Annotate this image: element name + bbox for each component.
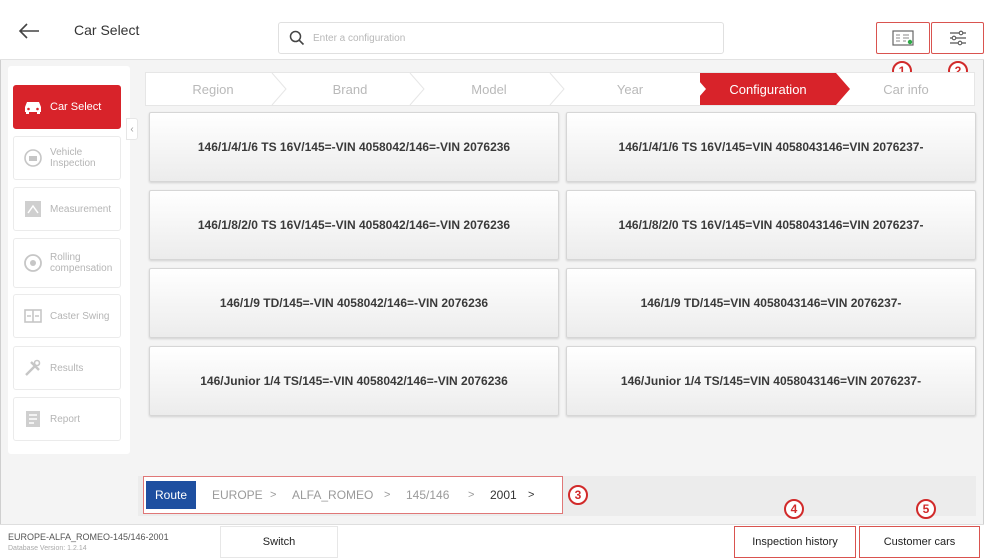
breadcrumb-separator: > xyxy=(384,489,391,501)
measurement-icon xyxy=(20,196,46,222)
callout-3: 3 xyxy=(568,485,588,505)
sidebar-item-rolling-compensation[interactable]: Rolling compensation xyxy=(13,238,121,288)
config-button-2[interactable]: 146/1/4/1/6 TS 16V/145=VIN 4058043146=VI… xyxy=(566,112,976,182)
config-button-5[interactable]: 146/1/9 TD/145=-VIN 4058042/146=-VIN 207… xyxy=(149,268,559,338)
sidebar-item-label: Report xyxy=(50,413,81,425)
breadcrumb-item-region[interactable]: EUROPE xyxy=(212,488,263,502)
report-icon xyxy=(20,406,46,432)
sidebar-item-results[interactable]: Results xyxy=(13,346,121,390)
breadcrumb-item-model[interactable]: 145/146 xyxy=(406,488,449,502)
step-progress-bar: Region Brand Model Year Configuration Ca… xyxy=(145,72,975,106)
top-bar: Car Select xyxy=(0,0,984,60)
config-button-3[interactable]: 146/1/8/2/0 TS 16V/145=-VIN 4058042/146=… xyxy=(149,190,559,260)
sidebar-item-label: Car Select xyxy=(50,100,102,113)
route-label: Route xyxy=(146,481,196,509)
config-button-7[interactable]: 146/Junior 1/4 TS/145=-VIN 4058042/146=-… xyxy=(149,346,559,416)
sidebar-item-measurement[interactable]: Measurement xyxy=(13,187,121,231)
vehicle-path-text: EUROPE-ALFA_ROMEO-145/146-2001 xyxy=(8,532,169,542)
sidebar-item-label: Vehicle Inspection xyxy=(50,147,96,169)
config-button-1[interactable]: 146/1/4/1/6 TS 16V/145=-VIN 4058042/146=… xyxy=(149,112,559,182)
caster-icon xyxy=(20,303,46,329)
search-input[interactable] xyxy=(313,27,713,49)
vin-scan-button[interactable] xyxy=(876,22,930,54)
search-icon xyxy=(289,30,305,46)
rolling-icon xyxy=(20,250,46,276)
config-button-8[interactable]: 146/Junior 1/4 TS/145=VIN 4058043146=VIN… xyxy=(566,346,976,416)
breadcrumb-item-brand[interactable]: ALFA_ROMEO xyxy=(292,488,373,502)
sidebar: Car Select Vehicle Inspection Measuremen… xyxy=(8,66,130,454)
inspection-history-button[interactable]: Inspection history xyxy=(734,526,856,558)
back-button[interactable] xyxy=(18,22,40,40)
callout-4: 4 xyxy=(784,499,804,519)
sidebar-item-car-select[interactable]: Car Select xyxy=(13,85,121,129)
filter-settings-button[interactable] xyxy=(931,22,984,54)
sidebar-item-vehicle-inspection[interactable]: Vehicle Inspection xyxy=(13,136,121,180)
arrow-left-icon xyxy=(18,23,39,39)
breadcrumb-separator: > xyxy=(270,489,277,501)
sliders-icon xyxy=(949,30,966,46)
sidebar-item-label: Results xyxy=(50,362,84,374)
customer-cars-button[interactable]: Customer cars xyxy=(859,526,980,558)
wrench-icon xyxy=(20,355,46,381)
step-separators xyxy=(271,73,850,105)
switch-button[interactable]: Switch xyxy=(220,526,338,558)
car-icon xyxy=(20,94,46,120)
breadcrumb-separator: > xyxy=(528,489,535,501)
page-title: Car Select xyxy=(74,22,140,38)
id-card-icon xyxy=(892,30,914,46)
callout-5: 5 xyxy=(916,499,936,519)
sidebar-item-caster-swing[interactable]: Caster Swing xyxy=(13,294,121,338)
sidebar-item-label: Caster Swing xyxy=(50,310,110,322)
breadcrumb-separator: > xyxy=(468,489,475,501)
config-button-4[interactable]: 146/1/8/2/0 TS 16V/145=VIN 4058043146=VI… xyxy=(566,190,976,260)
search-box[interactable] xyxy=(278,22,724,54)
config-button-6[interactable]: 146/1/9 TD/145=VIN 4058043146=VIN 207623… xyxy=(566,268,976,338)
chevron-left-icon: ‹ xyxy=(130,123,134,135)
inspection-icon xyxy=(20,145,46,171)
sidebar-item-report[interactable]: Report xyxy=(13,397,121,441)
database-version-text: Database Version: 1.2.14 xyxy=(8,545,87,552)
sidebar-collapse-button[interactable]: ‹ xyxy=(126,118,138,140)
sidebar-item-label: Rolling compensation xyxy=(50,252,113,274)
sidebar-item-label: Measurement xyxy=(50,203,112,215)
breadcrumb-item-year[interactable]: 2001 xyxy=(490,488,517,502)
